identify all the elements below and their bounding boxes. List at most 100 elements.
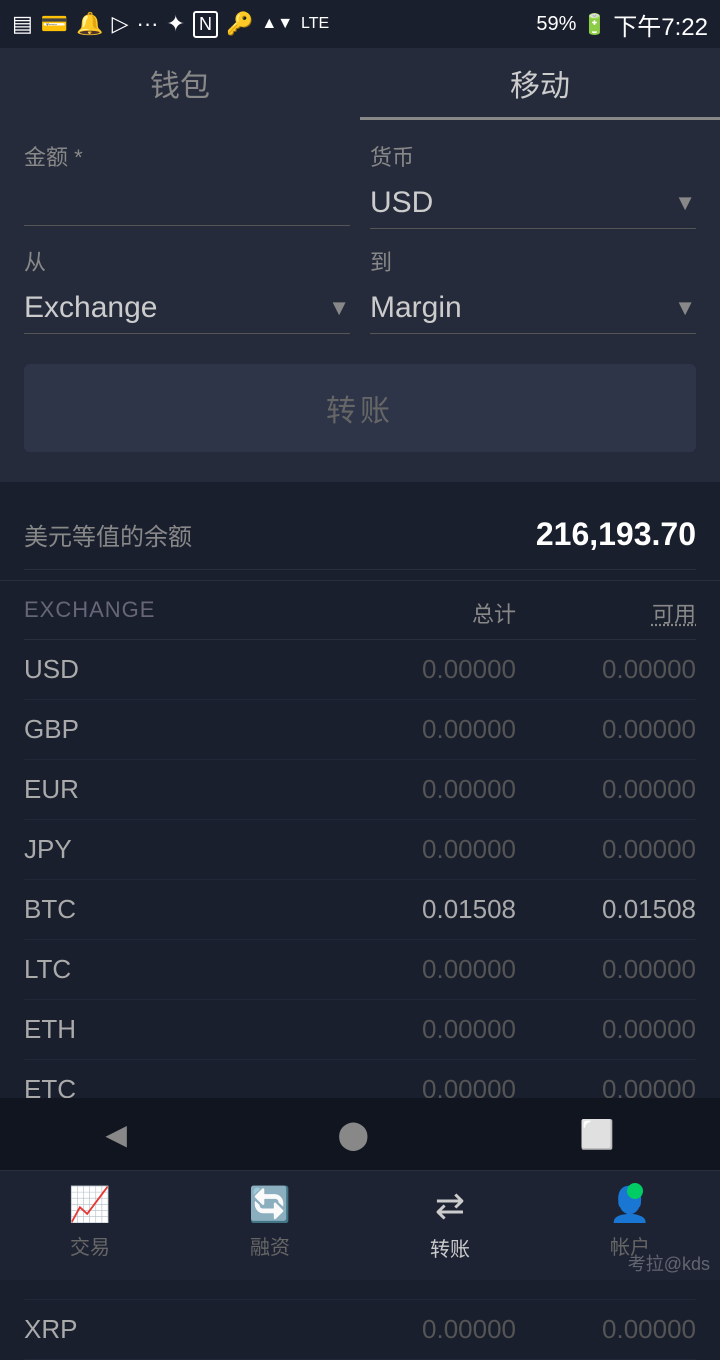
exchange-column-headers: 总计 可用 [396,597,696,629]
currency-total: 0.00000 [396,954,516,985]
from-value: Exchange [24,291,157,325]
section-divider [0,482,720,494]
currency-total: 0.00000 [396,714,516,745]
battery-icon: 🔋 [582,12,607,37]
currency-value-pair: 0.00000 0.00000 [396,954,696,985]
home-button[interactable]: ⬤ [338,1118,369,1151]
table-row: LTC 0.00000 0.00000 [24,940,696,1000]
table-row: BTC 0.01508 0.01508 [24,880,696,940]
status-right: 59% 🔋 下午7:22 [536,7,708,42]
tab-wallet[interactable]: 钱包 [0,48,360,120]
currency-name: LTC [24,954,144,985]
amount-group: 金额 * [24,140,350,229]
currency-name: EUR [24,774,144,805]
nav-transfer[interactable]: ⇄ 转账 [360,1185,540,1262]
transfer-icon: ⇄ [435,1185,465,1227]
sim-icon: ▤ [12,11,33,37]
status-bar: ▤ 💳 🔔 ▷ ··· ✦ N 🔑 ▲▼ LTE 59% 🔋 下午7:22 [0,0,720,48]
nav-finance[interactable]: 🔄 融资 [180,1185,360,1260]
currency-value-pair: 0.00000 0.00000 [396,1314,696,1345]
currency-value: USD [370,186,433,220]
tab-mobile[interactable]: 移动 [360,48,720,120]
back-button[interactable]: ◀ [105,1118,127,1151]
table-row: XRP 0.00000 0.00000 [24,1300,696,1360]
table-row: EUR 0.00000 0.00000 [24,760,696,820]
trade-icon: 📈 [69,1185,111,1225]
to-value: Margin [370,291,462,325]
to-group: 到 Margin ▼ [370,245,696,334]
balance-value: 216,193.70 [536,516,696,553]
exchange-section-label: EXCHANGE [24,597,155,629]
nav-transfer-label: 转账 [430,1233,470,1262]
tab-mobile-label: 移动 [510,61,570,105]
currency-available: 0.00000 [576,1314,696,1345]
currency-name: XRP [24,1314,144,1345]
amount-input[interactable] [24,178,350,226]
currency-group: 货币 USD ▼ [370,140,696,229]
finance-icon: 🔄 [249,1185,291,1225]
table-row: GBP 0.00000 0.00000 [24,700,696,760]
currency-value-pair: 0.00000 0.00000 [396,1014,696,1045]
balance-section: 美元等值的余额 216,193.70 [0,494,720,581]
form-top-row: 金额 * 货币 USD ▼ [24,140,696,229]
system-nav-bar: ◀ ⬤ ⬜ [0,1098,720,1170]
to-select[interactable]: Margin ▼ [370,283,696,334]
currency-available: 0.01508 [576,894,696,925]
wallet-icon: 💳 [41,11,68,37]
signal-icon: ▲▼ [261,15,293,33]
currency-name: ETH [24,1014,144,1045]
more-icon: ··· [137,11,159,37]
recents-button[interactable]: ⬜ [580,1118,615,1151]
total-column-header: 总计 [396,597,516,629]
nav-finance-label: 融资 [250,1231,290,1260]
currency-value-pair: 0.01508 0.01508 [396,894,696,925]
currency-available: 0.00000 [576,954,696,985]
lte-label: LTE [301,15,329,33]
currency-total: 0.00000 [396,1314,516,1345]
status-left: ▤ 💳 🔔 ▷ ··· ✦ N 🔑 ▲▼ LTE [12,11,329,38]
currency-name: USD [24,654,144,685]
form-bottom-row: 从 Exchange ▼ 到 Margin ▼ [24,245,696,334]
table-row: JPY 0.00000 0.00000 [24,820,696,880]
from-label: 从 [24,245,350,277]
currency-available: 0.00000 [576,714,696,745]
tab-bar: 钱包 移动 [0,48,720,120]
table-row: ETH 0.00000 0.00000 [24,1000,696,1060]
currency-total: 0.00000 [396,834,516,865]
watermark: 考拉@kds [628,1250,710,1276]
currency-name: GBP [24,714,144,745]
currency-value-pair: 0.00000 0.00000 [396,834,696,865]
currency-value-pair: 0.00000 0.00000 [396,774,696,805]
currency-select[interactable]: USD ▼ [370,178,696,229]
battery-percent: 59% [536,13,576,36]
to-label: 到 [370,245,696,277]
time-display: 下午7:22 [613,7,708,42]
from-select[interactable]: Exchange ▼ [24,283,350,334]
bluetooth-icon: ✦ [167,11,185,37]
transfer-form: 金额 * 货币 USD ▼ 从 Exchange ▼ 到 Margin ▼ [0,120,720,482]
send-icon: ▷ [112,11,129,37]
to-arrow-icon: ▼ [674,295,696,321]
currency-available: 0.00000 [576,654,696,685]
key-icon: 🔑 [226,11,253,37]
exchange-header: EXCHANGE 总计 可用 [24,581,696,640]
currency-arrow-icon: ▼ [674,190,696,216]
currency-name: JPY [24,834,144,865]
currency-total: 0.00000 [396,1014,516,1045]
currency-name: BTC [24,894,144,925]
balance-label: 美元等值的余额 [24,517,192,552]
currency-total: 0.01508 [396,894,516,925]
transfer-button[interactable]: 转账 [24,364,696,452]
currency-total: 0.00000 [396,654,516,685]
currency-available: 0.00000 [576,1014,696,1045]
currency-label: 货币 [370,140,696,172]
nav-trade[interactable]: 📈 交易 [0,1185,180,1260]
from-arrow-icon: ▼ [328,295,350,321]
balance-row: 美元等值的余额 216,193.70 [24,516,696,570]
bottom-navigation: 📈 交易 🔄 融资 ⇄ 转账 👤 帐户 [0,1170,720,1280]
currency-value-pair: 0.00000 0.00000 [396,714,696,745]
nav-account[interactable]: 👤 帐户 [540,1185,720,1260]
from-group: 从 Exchange ▼ [24,245,350,334]
currency-available: 0.00000 [576,774,696,805]
bell-icon: 🔔 [76,11,103,37]
